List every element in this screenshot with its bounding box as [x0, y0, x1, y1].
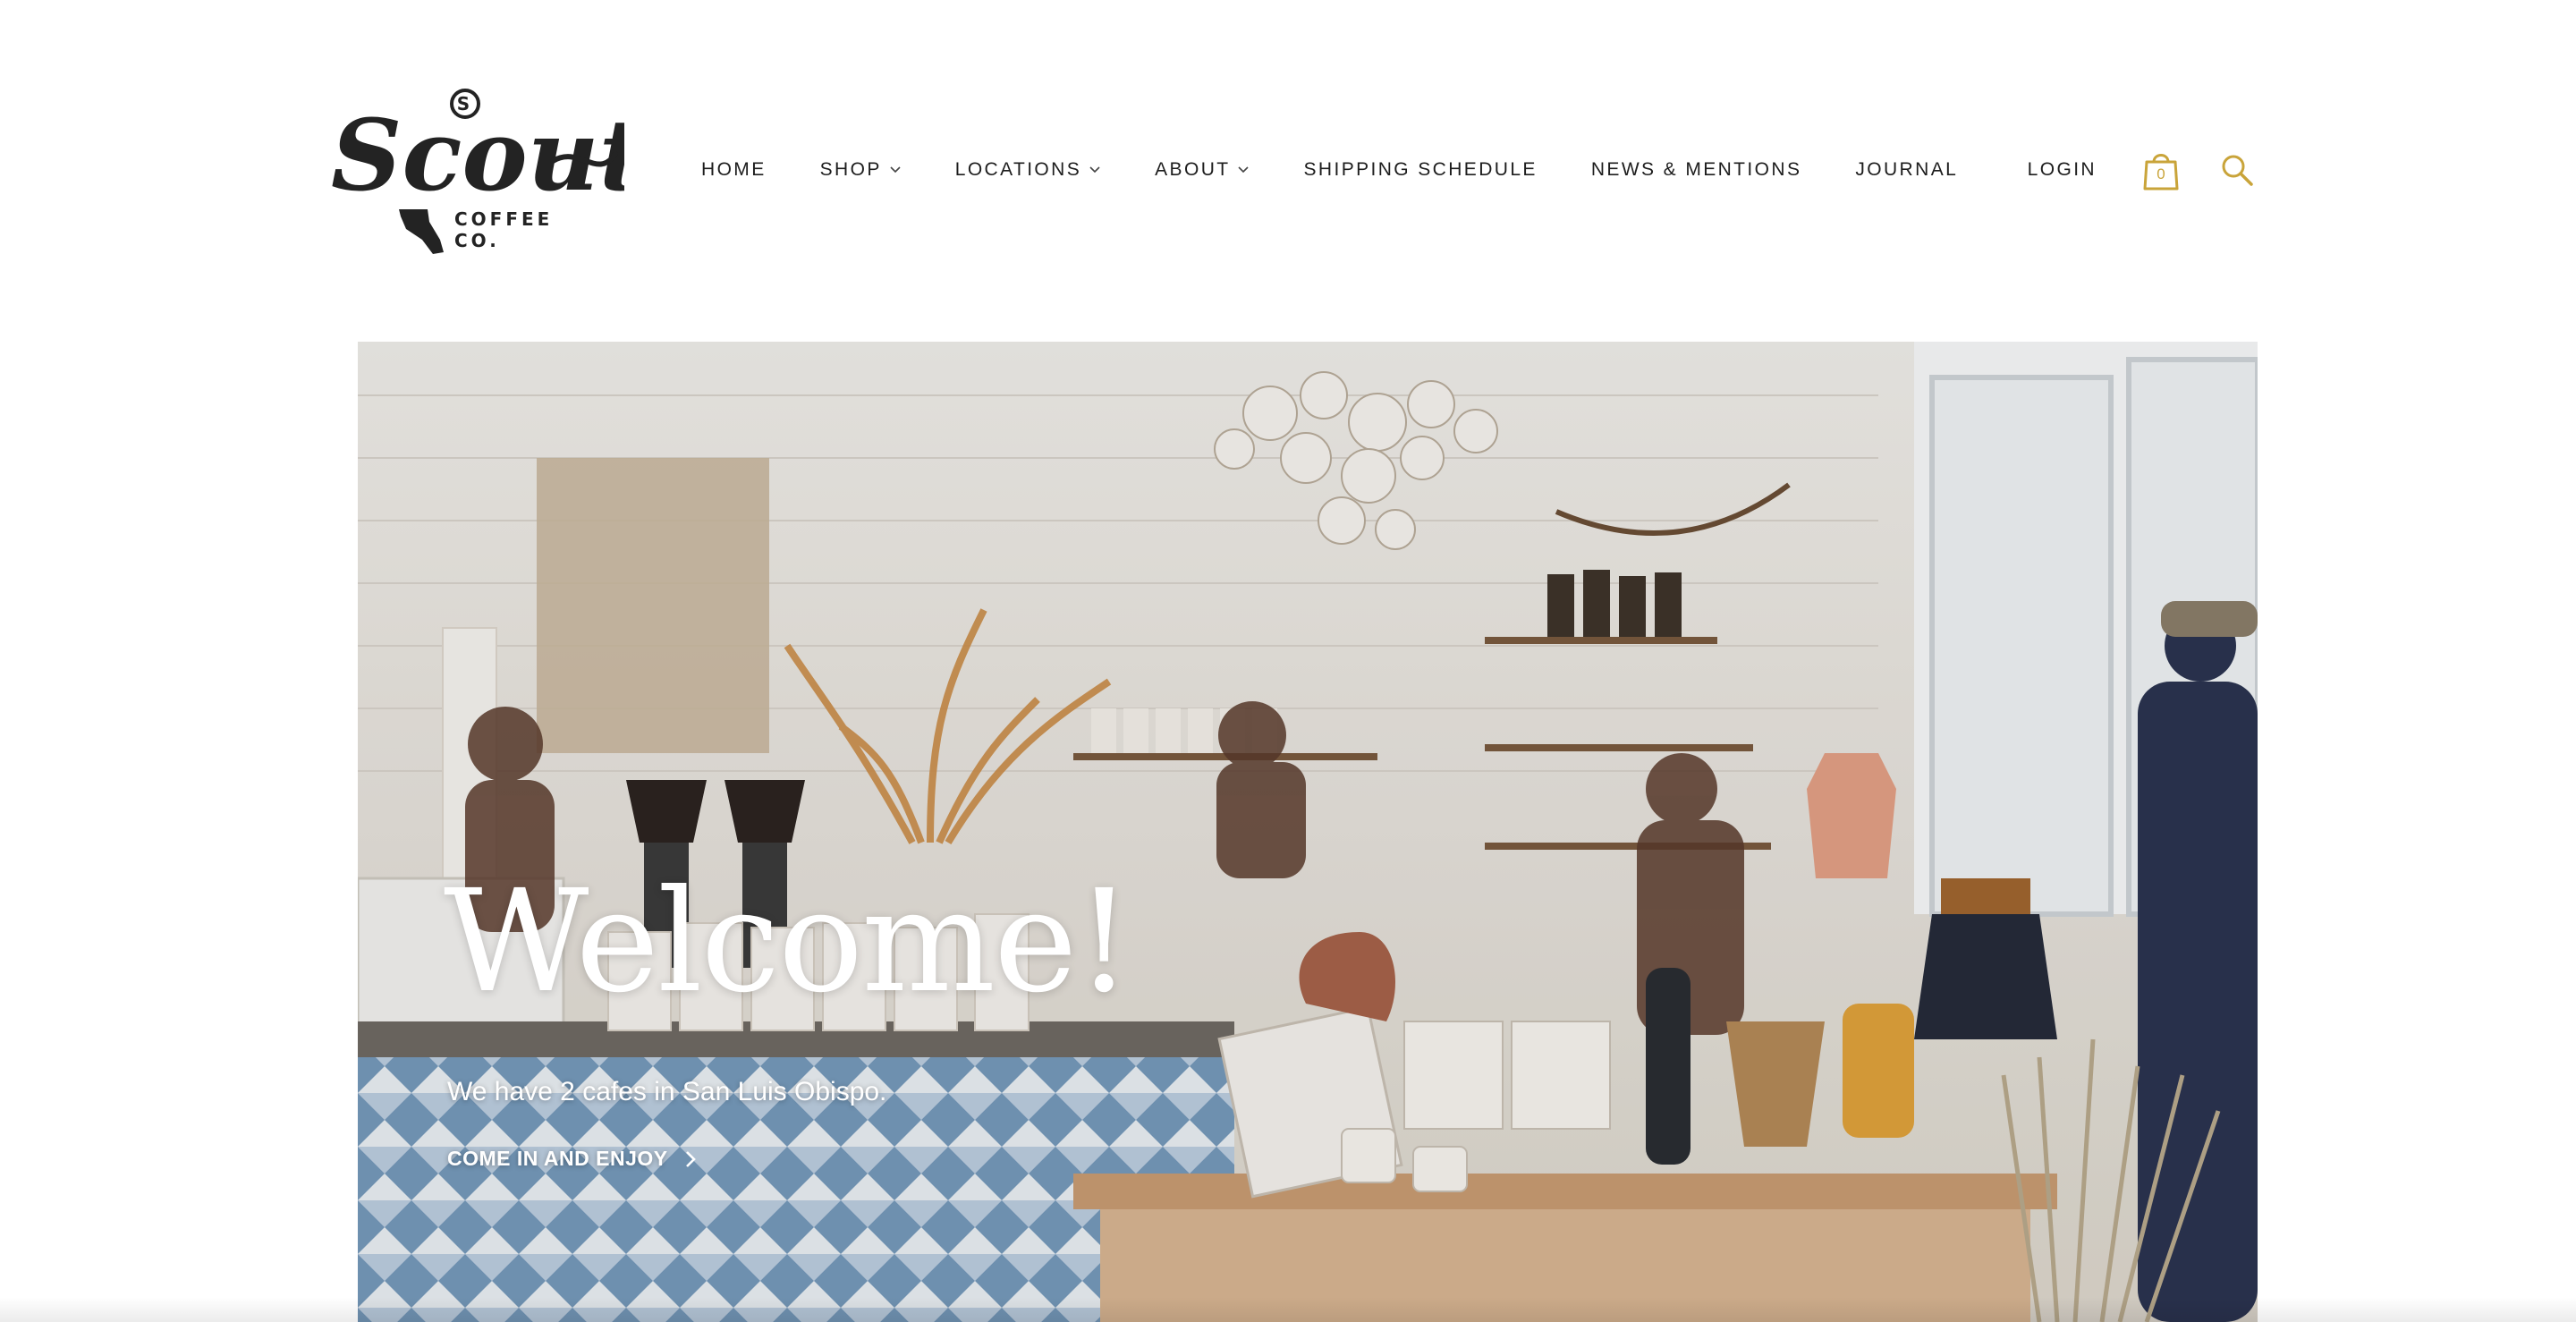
hero-subtitle: We have 2 cafes in San Luis Obispo. [447, 1077, 887, 1106]
nav-journal[interactable]: JOURNAL [1855, 159, 1958, 181]
chevron-down-icon [1238, 166, 1250, 174]
brand-logo[interactable]: S Scout COFFEE CO. [329, 82, 624, 261]
hero-cta-link[interactable]: COME IN AND ENJOY [447, 1147, 699, 1171]
chevron-down-icon [1089, 166, 1100, 174]
nav-journal-label: JOURNAL [1855, 159, 1959, 180]
nav-shipping-label: SHIPPING SCHEDULE [1303, 159, 1538, 180]
nav-shop-label: SHOP [819, 159, 882, 180]
logo-sub-line1: COFFEE [454, 208, 553, 230]
cart-count: 0 [2157, 165, 2165, 182]
search-icon [2222, 155, 2253, 186]
header-utilities: LOGIN 0 [2028, 143, 2254, 197]
nav-home-label: HOME [701, 159, 767, 180]
search-button[interactable] [2220, 153, 2254, 187]
hero-cta-label: COME IN AND ENJOY [447, 1147, 668, 1170]
nav-about[interactable]: ABOUT [1155, 159, 1250, 181]
chevron-down-icon [890, 166, 901, 174]
nav-about-label: ABOUT [1155, 159, 1231, 180]
login-link[interactable]: LOGIN [2028, 159, 2097, 181]
logo-sub-line2: CO. [454, 230, 500, 251]
nav-home[interactable]: HOME [701, 159, 767, 181]
logo-script: Scout [331, 97, 624, 213]
hero-banner: Welcome! We have 2 cafes in San Luis Obi… [358, 342, 2258, 1322]
nav-news-label: NEWS & MENTIONS [1590, 159, 1802, 180]
california-icon [399, 209, 444, 254]
cafe-interior-photo [358, 342, 2258, 1322]
nav-news-mentions[interactable]: NEWS & MENTIONS [1591, 159, 1802, 181]
cart-button[interactable]: 0 [2143, 149, 2179, 191]
site-header: S Scout COFFEE CO. HOME SHOP LOCATIONS A… [0, 0, 2576, 340]
hero-title: Welcome! [444, 860, 1132, 1024]
scout-logo-mark: S Scout COFFEE CO. [331, 89, 624, 254]
chevron-right-icon [685, 1150, 696, 1167]
nav-locations-label: LOCATIONS [954, 159, 1082, 180]
nav-shop[interactable]: SHOP [820, 159, 902, 181]
nav-shipping-schedule[interactable]: SHIPPING SCHEDULE [1303, 159, 1537, 181]
main-nav: HOME SHOP LOCATIONS ABOUT SHIPPING SCHED… [701, 152, 2012, 188]
nav-locations[interactable]: LOCATIONS [955, 159, 1101, 181]
